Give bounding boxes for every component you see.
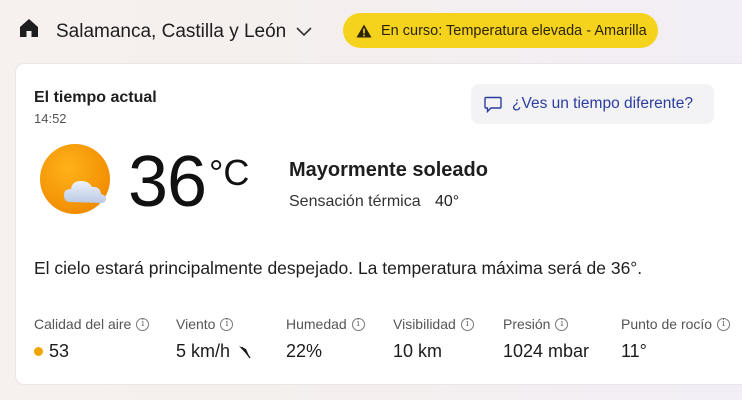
metric-pressure: Presión i 1024 mbar bbox=[503, 316, 589, 362]
alert-text: En curso: Temperatura elevada - Amarilla bbox=[381, 22, 647, 39]
top-bar: Salamanca, Castilla y León En curso: Tem… bbox=[0, 0, 742, 62]
weather-alert-pill[interactable]: En curso: Temperatura elevada - Amarilla bbox=[343, 13, 658, 48]
metric-air-quality: Calidad del aire i 53 bbox=[34, 316, 150, 362]
home-button[interactable] bbox=[17, 16, 41, 40]
info-icon[interactable]: i bbox=[351, 317, 365, 331]
metric-dew-point: Punto de rocío i 11° bbox=[621, 316, 731, 362]
current-weather-card: El tiempo actual 14:52 ¿Ves un tiempo di… bbox=[16, 64, 742, 384]
location-name: Salamanca, Castilla y León bbox=[56, 21, 287, 42]
feedback-button[interactable]: ¿Ves un tiempo diferente? bbox=[471, 84, 714, 124]
sun-behind-cloud-icon bbox=[40, 144, 110, 214]
chevron-down-icon bbox=[296, 27, 312, 37]
weather-summary: El cielo estará principalmente despejado… bbox=[34, 258, 643, 278]
metric-label: Punto de rocío bbox=[621, 316, 713, 332]
card-title: El tiempo actual bbox=[34, 89, 157, 106]
condition-text: Mayormente soleado bbox=[289, 159, 488, 181]
chat-bubble-icon bbox=[484, 96, 502, 113]
metric-visibility: Visibilidad i 10 km bbox=[393, 316, 474, 362]
metric-value: 5 km/h bbox=[176, 341, 231, 361]
temperature-unit: °C bbox=[209, 152, 250, 193]
home-icon bbox=[20, 19, 38, 37]
metric-value: 22% bbox=[286, 341, 323, 361]
temperature-value: 36 bbox=[128, 142, 207, 222]
metric-value: 1024 mbar bbox=[503, 341, 590, 361]
info-icon[interactable]: i bbox=[555, 317, 569, 331]
observation-time: 14:52 bbox=[34, 111, 67, 126]
metric-value: 11° bbox=[621, 341, 647, 361]
feels-like-label: Sensación térmica bbox=[289, 193, 421, 210]
metric-label: Presión bbox=[503, 316, 551, 332]
metric-label: Visibilidad bbox=[393, 316, 456, 332]
metric-humidity: Humedad i 22% bbox=[286, 316, 365, 362]
location-selector[interactable]: Salamanca, Castilla y León bbox=[56, 20, 312, 44]
metric-value: 53 bbox=[49, 341, 70, 361]
metric-wind: Viento i 5 km/h bbox=[176, 316, 252, 362]
metric-label: Calidad del aire bbox=[34, 316, 132, 332]
feels-like-value: 40° bbox=[435, 193, 460, 210]
metric-label: Viento bbox=[176, 316, 216, 332]
metric-value: 10 km bbox=[393, 341, 443, 361]
metric-label: Humedad bbox=[286, 316, 347, 332]
info-icon[interactable]: i bbox=[136, 317, 150, 331]
wind-direction-arrow-icon bbox=[239, 345, 251, 358]
feedback-label: ¿Ves un tiempo diferente? bbox=[512, 95, 693, 112]
air-quality-dot bbox=[34, 347, 43, 356]
info-icon[interactable]: i bbox=[460, 317, 474, 331]
warning-triangle-icon bbox=[356, 24, 372, 37]
info-icon[interactable]: i bbox=[220, 317, 234, 331]
info-icon[interactable]: i bbox=[717, 317, 731, 331]
